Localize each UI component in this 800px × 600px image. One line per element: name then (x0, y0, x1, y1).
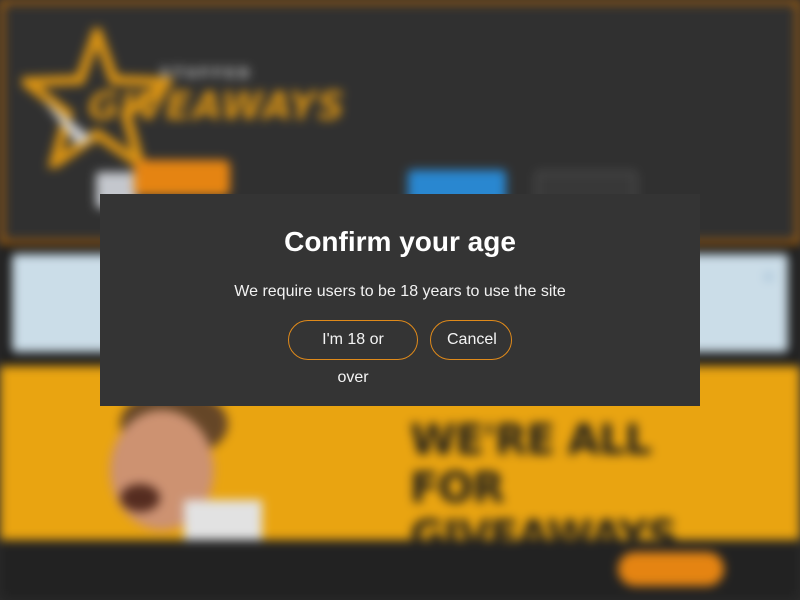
modal-actions: I'm 18 or over Cancel (100, 320, 700, 386)
modal-title: Confirm your age (284, 226, 516, 257)
cancel-button[interactable]: Cancel (430, 320, 512, 360)
modal-message: We require users to be 18 years to use t… (234, 283, 566, 300)
confirm-age-button[interactable]: I'm 18 or over (288, 320, 418, 386)
age-confirm-modal: Confirm your age We require users to be … (100, 194, 700, 406)
